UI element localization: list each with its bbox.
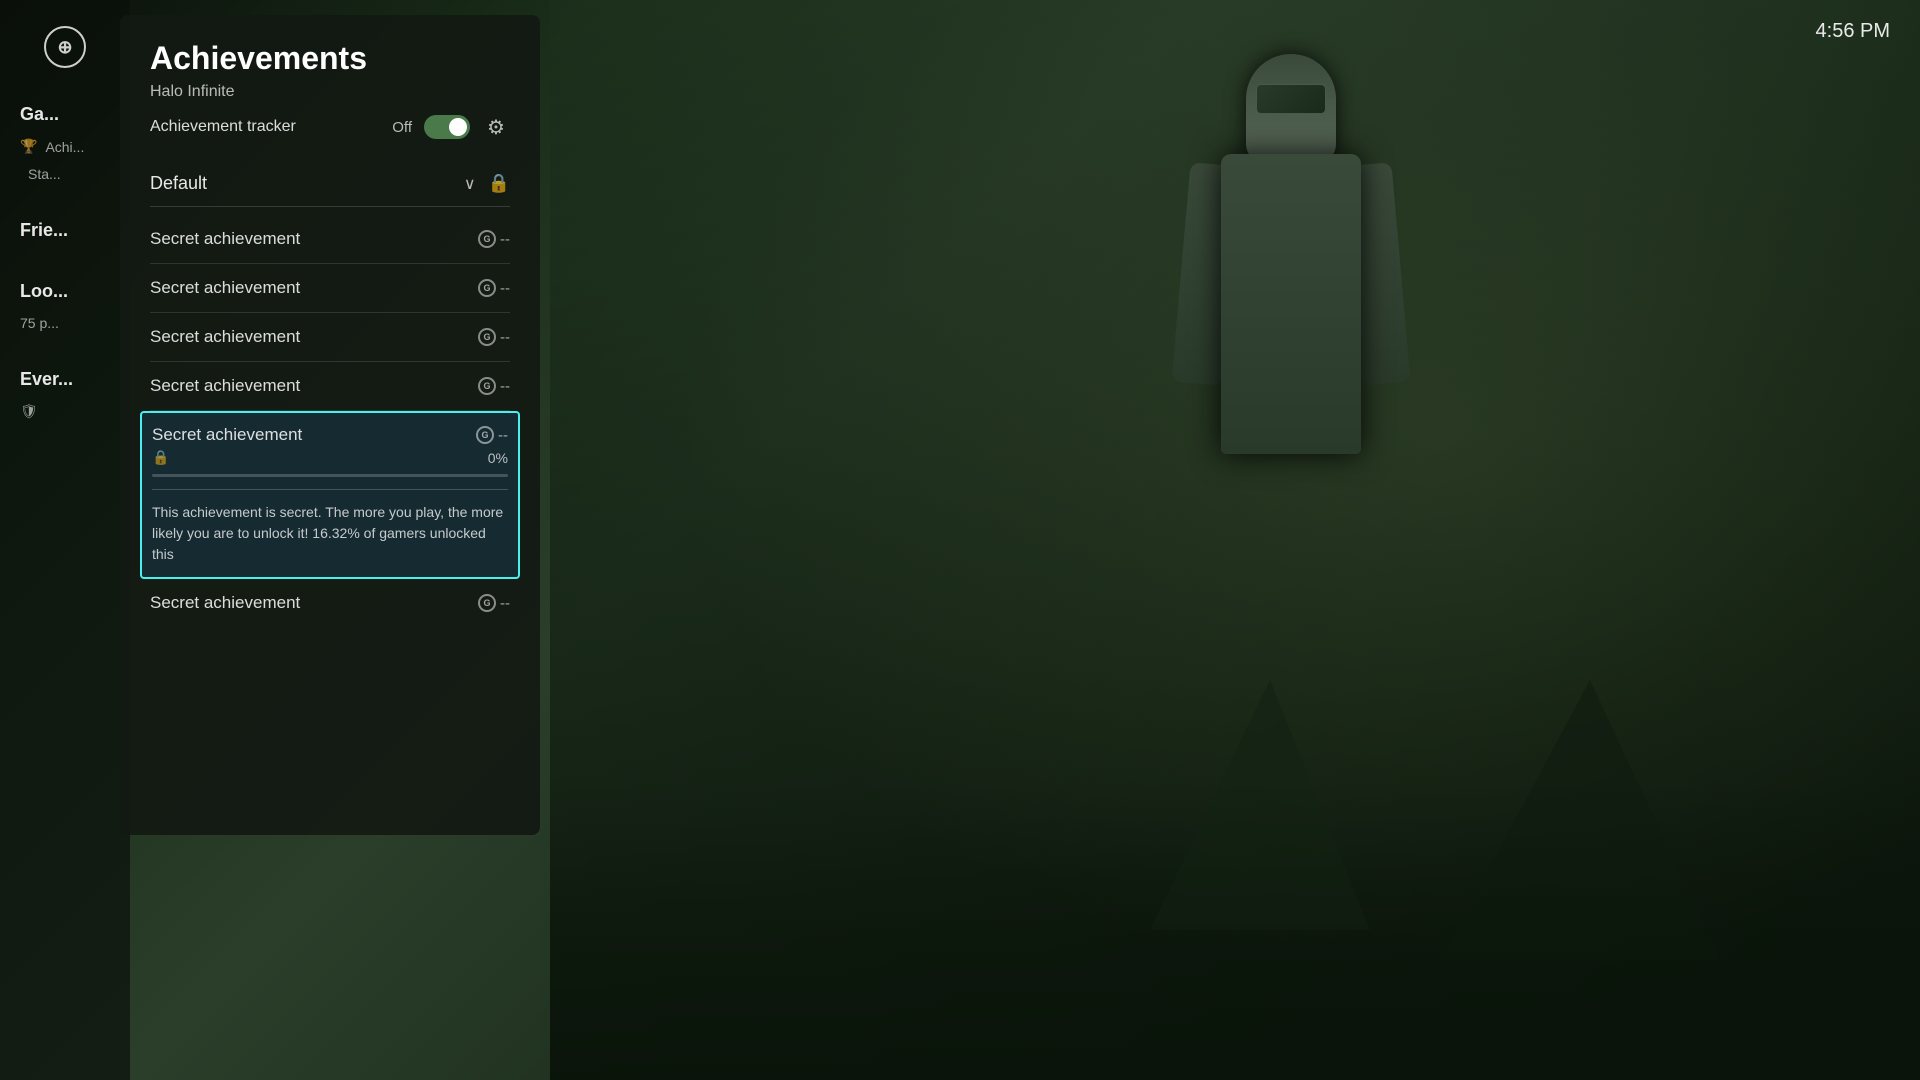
score-value: -- <box>500 378 510 395</box>
sidebar-stats[interactable]: Sta... <box>10 163 120 185</box>
achievement-item-2[interactable]: Secret achievement G -- <box>150 264 510 313</box>
trophy-icon: 🏆 <box>20 138 37 155</box>
sidebar-events-label: Ever... <box>10 364 120 395</box>
progress-percent: 0% <box>488 450 508 466</box>
gamerscore-icon: G <box>478 279 496 297</box>
score-value: -- <box>500 595 510 612</box>
sidebar-lookin-section: Loo... 75 p... <box>0 276 130 334</box>
achievement-score: G -- <box>478 230 510 248</box>
achievement-row: Secret achievement G -- <box>150 229 510 249</box>
achievement-description: This achievement is secret. The more you… <box>152 489 508 565</box>
achievement-score: G -- <box>476 426 508 444</box>
sidebar-lookin-sub: 75 p... <box>10 312 120 334</box>
achievement-item-1[interactable]: Secret achievement G -- <box>150 215 510 264</box>
achievement-name: Secret achievement <box>152 425 302 445</box>
shield-icon: 🛡 <box>20 403 38 420</box>
achievement-detail-row: 🔒 0% <box>152 449 508 466</box>
score-value: -- <box>498 427 508 444</box>
achievement-score: G -- <box>478 279 510 297</box>
xbox-logo: ⊕ <box>43 25 87 69</box>
achievement-row: Secret achievement G -- <box>150 376 510 396</box>
terrain <box>550 780 1920 1080</box>
sidebar-friends-section: Frie... <box>0 215 130 246</box>
score-value: -- <box>500 329 510 346</box>
soldier-visor <box>1256 84 1326 114</box>
gamerscore-icon: G <box>478 230 496 248</box>
lock-icon: 🔒 <box>488 173 510 194</box>
achievement-item-6[interactable]: Secret achievement G -- <box>150 579 510 627</box>
achievement-row: Secret achievement G -- <box>150 593 510 613</box>
sidebar-lookin-label: Loo... <box>10 276 120 307</box>
achievement-row: Secret achievement G -- <box>150 327 510 347</box>
clock: 4:56 PM <box>1816 20 1890 43</box>
gamerscore-icon: G <box>476 426 494 444</box>
settings-button[interactable]: ⚙ <box>482 113 510 141</box>
score-value: -- <box>500 231 510 248</box>
achievement-row: Secret achievement G -- <box>152 425 508 445</box>
achievement-name: Secret achievement <box>150 376 300 396</box>
panel-subtitle: Halo Infinite <box>150 83 510 101</box>
panel-title: Achievements <box>150 40 510 77</box>
tracker-controls: Off ⚙ <box>392 113 510 141</box>
soldier-head <box>1246 54 1336 164</box>
achievement-list: Secret achievement G -- Secret achieveme… <box>150 215 510 627</box>
chevron-down-icon: ∨ <box>464 174 476 194</box>
achievement-score: G -- <box>478 594 510 612</box>
achievement-item-5[interactable]: Secret achievement G -- 🔒 0% This achiev… <box>140 411 520 579</box>
achievement-score: G -- <box>478 328 510 346</box>
lock-small-icon: 🔒 <box>152 449 169 466</box>
gamerscore-icon: G <box>478 594 496 612</box>
achievements-panel: Achievements Halo Infinite Achievement t… <box>120 15 540 835</box>
achievement-item-3[interactable]: Secret achievement G -- <box>150 313 510 362</box>
left-sidebar: ⊕ Ga... 🏆 Achi... Sta... Frie... Loo... … <box>0 0 130 1080</box>
sidebar-events-section: Ever... 🛡 <box>0 364 130 423</box>
default-label: Default <box>150 173 207 194</box>
scene-background <box>550 0 1920 1080</box>
gamerscore-icon: G <box>478 328 496 346</box>
sidebar-game-section: Ga... 🏆 Achi... Sta... <box>0 99 130 185</box>
soldier-body <box>1221 154 1361 454</box>
achievement-item-4[interactable]: Secret achievement G -- <box>150 362 510 411</box>
sidebar-achievements-label: Achi... <box>45 139 84 155</box>
progress-bar-container <box>152 474 508 477</box>
achievement-row: Secret achievement G -- <box>150 278 510 298</box>
tracker-row: Achievement tracker Off ⚙ <box>150 113 510 141</box>
toggle-knob <box>449 118 467 136</box>
gamerscore-icon: G <box>478 377 496 395</box>
tracker-toggle[interactable] <box>424 115 470 139</box>
achievement-name: Secret achievement <box>150 278 300 298</box>
sidebar-friends-label: Frie... <box>10 215 120 246</box>
sidebar-events-icon[interactable]: 🛡 <box>10 400 120 423</box>
sidebar-stats-label: Sta... <box>28 166 61 182</box>
default-row[interactable]: Default ∨ 🔒 <box>150 161 510 207</box>
achievement-name: Secret achievement <box>150 229 300 249</box>
achievement-score: G -- <box>478 377 510 395</box>
achievement-name: Secret achievement <box>150 593 300 613</box>
sidebar-achievements[interactable]: 🏆 Achi... <box>10 135 120 158</box>
sidebar-game-label: Ga... <box>10 99 120 130</box>
tracker-label: Achievement tracker <box>150 118 296 136</box>
svg-text:⊕: ⊕ <box>57 37 72 57</box>
tracker-state: Off <box>392 119 412 136</box>
achievement-name: Secret achievement <box>150 327 300 347</box>
default-controls: ∨ 🔒 <box>464 173 510 194</box>
score-value: -- <box>500 280 510 297</box>
soldier-figure <box>1151 54 1431 804</box>
